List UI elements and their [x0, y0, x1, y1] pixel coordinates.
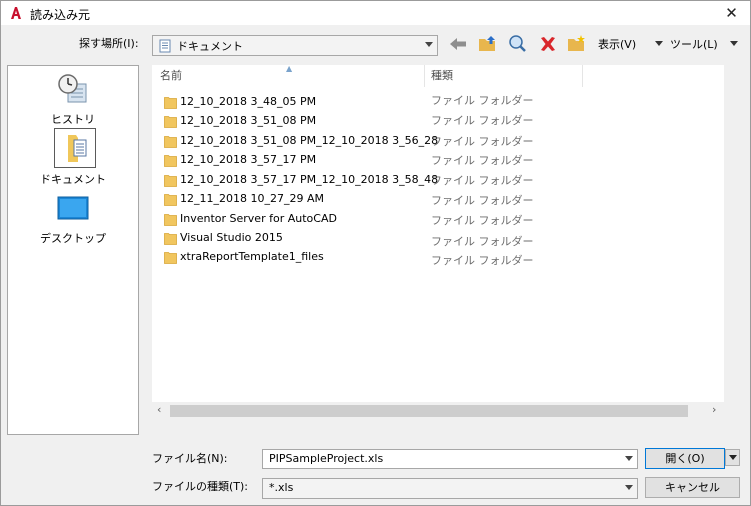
place-history-label: ヒストリ [51, 113, 95, 126]
file-name: 12_10_2018 3_57_17 PM [180, 153, 317, 166]
file-type: ファイル フォルダー [431, 94, 534, 107]
file-name: 12_11_2018 10_27_29 AM [180, 192, 324, 205]
file-name: Visual Studio 2015 [180, 231, 283, 244]
autocad-logo-icon [8, 5, 24, 21]
back-arrow-icon [450, 38, 466, 50]
search-web-icon [509, 35, 526, 52]
file-type: ファイル フォルダー [431, 135, 534, 148]
history-icon [58, 74, 87, 103]
view-dropdown-icon[interactable] [655, 41, 663, 46]
file-name: xtraReportTemplate1_files [180, 250, 324, 263]
folder-icon [164, 214, 177, 226]
chevron-down-icon [729, 455, 737, 460]
delete-button[interactable] [537, 33, 559, 55]
filename-label: ファイル名(N): [152, 452, 228, 465]
file-name: 12_10_2018 3_51_08 PM_12_10_2018 3_56_28 [180, 134, 439, 147]
file-type: ファイル フォルダー [431, 154, 534, 167]
new-folder-icon [568, 35, 585, 51]
window-title: 読み込み元 [30, 8, 91, 22]
file-name: Inventor Server for AutoCAD [180, 212, 337, 225]
file-name: 12_10_2018 3_51_08 PM [180, 114, 317, 127]
new-folder-button[interactable] [566, 33, 588, 55]
folder-icon [164, 97, 177, 109]
place-history[interactable] [8, 72, 138, 109]
close-button[interactable]: ✕ [713, 1, 750, 25]
file-list: ▲ 名前 種類 12_10_2018 3_48_05 PM ファイル フォルダー 1… [152, 64, 724, 402]
column-header-name[interactable]: 名前 [160, 65, 182, 87]
scroll-thumb[interactable] [170, 405, 688, 417]
folder-icon [164, 155, 177, 167]
open-options-button[interactable] [725, 449, 740, 466]
back-button[interactable] [447, 33, 469, 55]
file-type: ファイル フォルダー [431, 235, 534, 248]
place-desktop-label: デスクトップ [40, 232, 106, 245]
title-bar: 読み込み元 ✕ [1, 1, 750, 25]
place-documents-label: ドキュメント [40, 173, 106, 186]
place-desktop[interactable] [8, 194, 138, 227]
view-menu[interactable]: 表示(V) [598, 36, 636, 52]
lookin-combo[interactable]: ドキュメント [152, 35, 438, 56]
tools-dropdown-icon[interactable] [730, 41, 738, 46]
chevron-down-icon[interactable] [625, 456, 633, 461]
file-type: ファイル フォルダー [431, 254, 534, 267]
documents-icon [68, 135, 87, 162]
scroll-left-icon[interactable]: ‹ [157, 403, 161, 416]
filetype-label: ファイルの種類(T): [152, 480, 249, 493]
file-type: ファイル フォルダー [431, 174, 534, 187]
delete-x-icon [541, 37, 555, 51]
chevron-down-icon [425, 42, 433, 47]
folder-icon [164, 233, 177, 245]
file-type: ファイル フォルダー [431, 194, 534, 207]
desktop-icon [57, 196, 89, 220]
up-folder-button[interactable] [477, 33, 499, 55]
file-name: 12_10_2018 3_48_05 PM [180, 95, 317, 108]
column-divider [582, 65, 583, 87]
places-bar: ヒストリ ドキュメント デスクトップ [7, 65, 139, 435]
documents-icon [159, 39, 171, 53]
folder-icon [164, 116, 177, 128]
lookin-value: ドキュメント [177, 40, 243, 53]
filetype-select[interactable]: *.xls [262, 478, 638, 499]
filename-input[interactable]: PIPSampleProject.xls [262, 449, 638, 469]
file-type: ファイル フォルダー [431, 114, 534, 127]
column-divider [424, 65, 425, 87]
tools-menu[interactable]: ツール(L) [670, 36, 718, 52]
filename-value: PIPSampleProject.xls [269, 452, 384, 465]
vertical-scrollbar[interactable] [724, 65, 741, 402]
file-name: 12_10_2018 3_57_17 PM_12_10_2018 3_58_48 [180, 173, 439, 186]
folder-up-icon [479, 36, 495, 51]
scroll-right-icon[interactable]: › [712, 403, 716, 416]
lookin-label: 探す場所(I): [79, 37, 139, 50]
place-documents[interactable] [54, 128, 96, 168]
filetype-value: *.xls [269, 481, 294, 494]
file-type: ファイル フォルダー [431, 214, 534, 227]
column-header-type[interactable]: 種類 [431, 65, 453, 87]
open-button[interactable]: 開く(O) [645, 448, 725, 469]
chevron-down-icon [625, 485, 633, 490]
folder-icon [164, 194, 177, 206]
folder-icon [164, 252, 177, 264]
search-web-button[interactable] [507, 33, 529, 55]
folder-icon [164, 175, 177, 187]
sort-ascending-icon: ▲ [286, 64, 293, 73]
open-dialog: 読み込み元 ✕ 探す場所(I): ドキュメント 表示(V) ツール(L) ヒスト… [0, 0, 751, 506]
horizontal-scrollbar[interactable]: ‹ › [152, 402, 724, 419]
folder-icon [164, 136, 177, 148]
cancel-button[interactable]: キャンセル [645, 477, 740, 498]
